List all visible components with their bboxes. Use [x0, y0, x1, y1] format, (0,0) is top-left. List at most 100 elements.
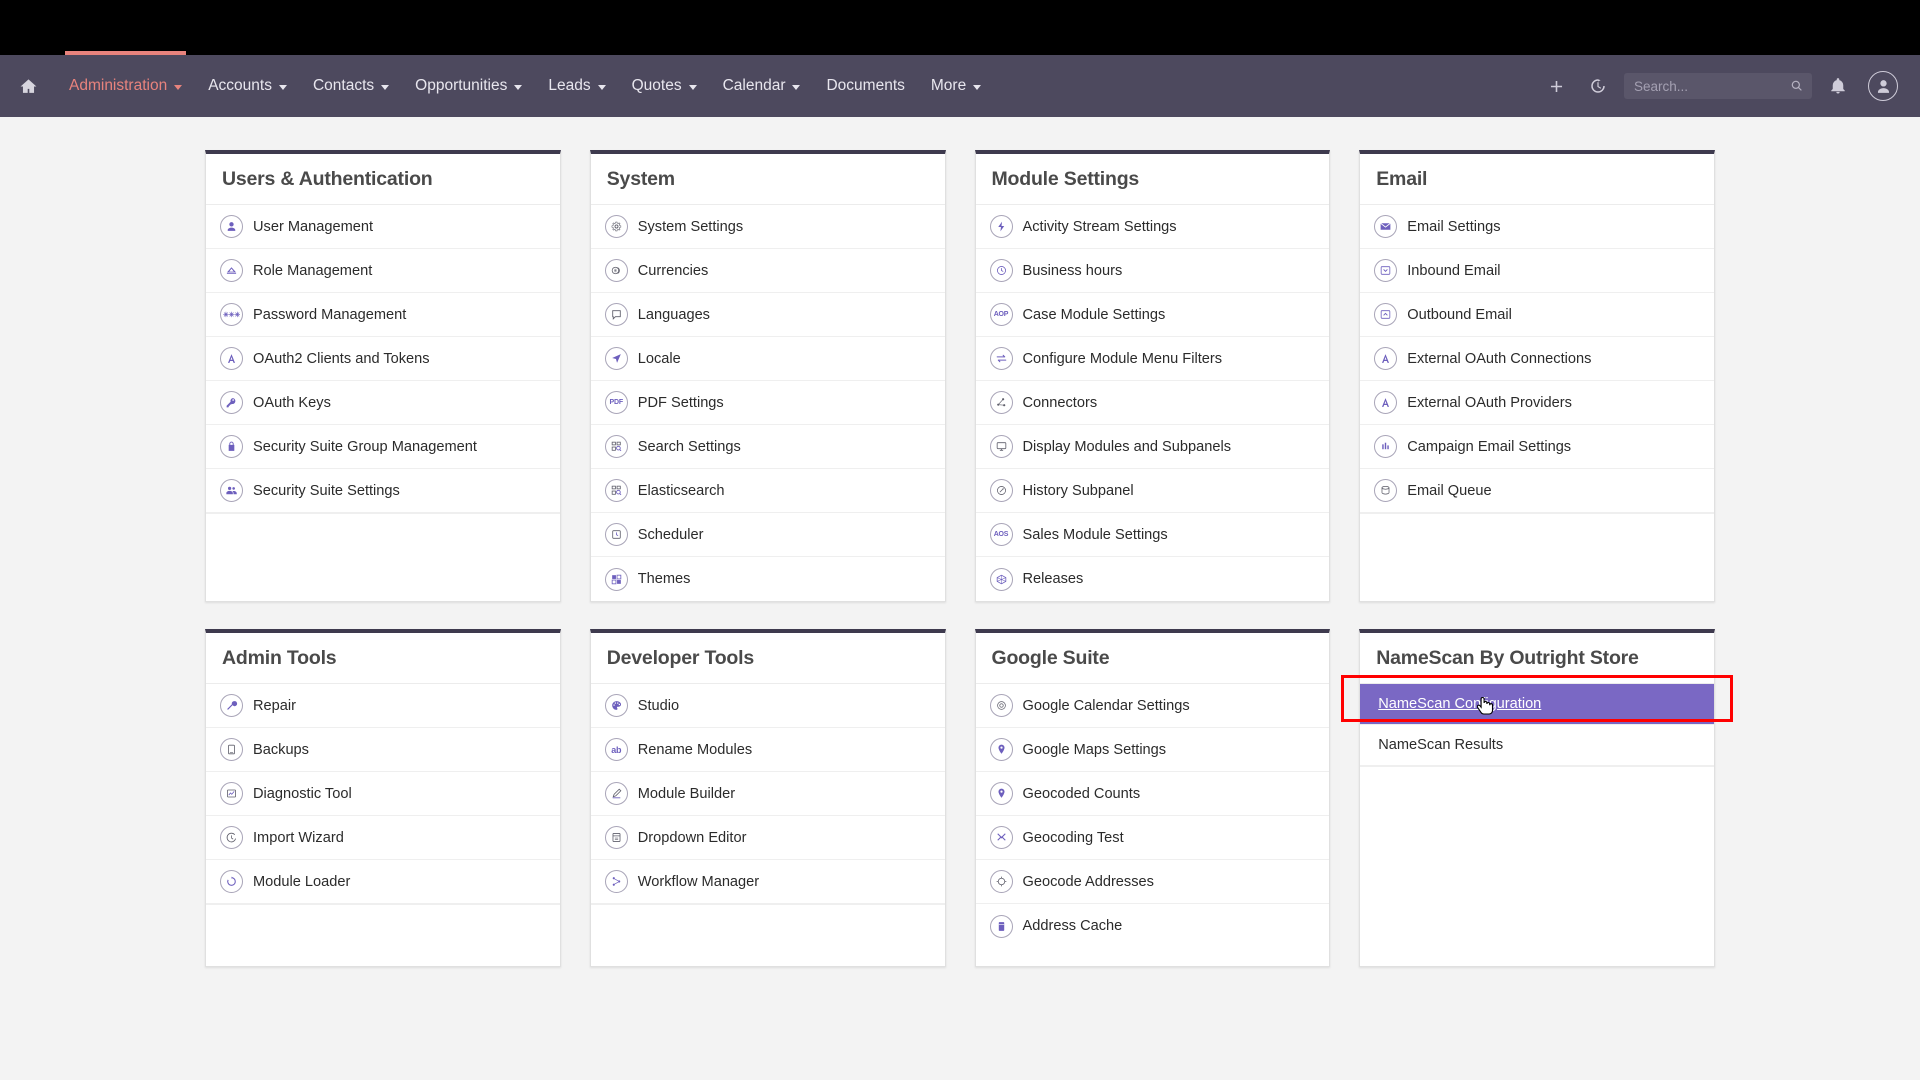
nav-item-calendar[interactable]: Calendar — [710, 55, 814, 117]
nav-item-documents[interactable]: Documents — [813, 55, 917, 117]
admin-label-pdf-settings: PDF Settings — [637, 394, 724, 411]
nav-item-contacts[interactable]: Contacts — [300, 55, 402, 117]
admin-link-display-modules-subpanels[interactable]: Display Modules and Subpanels — [975, 425, 1330, 469]
admin-label-campaign-email-settings: Campaign Email Settings — [1407, 438, 1572, 455]
admin-link-rename-modules[interactable]: ab Rename Modules — [590, 728, 945, 772]
business-clock-icon — [989, 259, 1013, 282]
admin-label-languages: Languages — [637, 306, 710, 323]
admin-link-repair[interactable]: Repair — [206, 684, 560, 728]
admin-link-campaign-email-settings[interactable]: Campaign Email Settings — [1360, 425, 1714, 469]
admin-link-history-subpanel[interactable]: History Subpanel — [975, 469, 1330, 513]
admin-label-external-oauth-providers: External OAuth Providers — [1407, 394, 1572, 411]
admin-link-search-settings[interactable]: Search Settings — [590, 425, 945, 469]
admin-link-google-maps-settings[interactable]: Google Maps Settings — [975, 728, 1330, 772]
module-loader-icon — [220, 870, 243, 893]
nav-item-accounts[interactable]: Accounts — [195, 55, 300, 117]
admin-link-import-wizard[interactable]: Import Wizard — [206, 816, 560, 860]
nav-item-quotes[interactable]: Quotes — [619, 55, 710, 117]
panel-title-users-authentication: Users & Authentication — [206, 154, 560, 205]
admin-link-sales-module-settings[interactable]: AOS Sales Module Settings — [975, 513, 1330, 557]
backup-drive-icon — [220, 738, 243, 761]
global-search-box[interactable] — [1624, 73, 1812, 99]
admin-link-themes[interactable]: Themes — [591, 557, 945, 601]
admin-label-module-builder: Module Builder — [637, 785, 736, 802]
admin-link-locale[interactable]: Locale — [590, 337, 945, 381]
admin-link-namescan-results[interactable]: NameScan Results — [1360, 725, 1714, 766]
admin-link-oauth-keys[interactable]: OAuth Keys — [206, 381, 560, 425]
bell-icon[interactable] — [1822, 70, 1854, 102]
admin-link-scheduler[interactable]: Scheduler — [590, 513, 945, 557]
admin-link-external-oauth-connections[interactable]: External OAuth Connections — [1360, 337, 1714, 381]
admin-link-case-module-settings[interactable]: AOP Case Module Settings — [975, 293, 1330, 337]
admin-link-pdf-settings[interactable]: PDF PDF Settings — [590, 381, 945, 425]
history-clock-icon[interactable] — [1582, 70, 1614, 102]
admin-link-password-management[interactable]: ✳✳✳ Password Management — [206, 293, 560, 337]
search-input[interactable] — [1624, 73, 1812, 99]
admin-link-releases[interactable]: Releases — [976, 557, 1330, 601]
admin-link-geocode-addresses[interactable]: Geocode Addresses — [975, 860, 1330, 904]
panel-title-admin-tools: Admin Tools — [206, 633, 560, 684]
admin-label-backups: Backups — [253, 741, 309, 758]
admin-link-security-suite-settings[interactable]: Security Suite Settings — [206, 469, 560, 513]
admin-link-activity-stream-settings[interactable]: Activity Stream Settings — [975, 205, 1330, 249]
admin-link-studio[interactable]: Studio — [590, 684, 945, 728]
admin-link-currencies[interactable]: Currencies — [590, 249, 945, 293]
user-avatar-icon[interactable] — [1868, 71, 1898, 101]
nav-menu-items: Administration Accounts Contacts Opportu… — [56, 51, 994, 117]
admin-link-user-management[interactable]: User Management — [206, 205, 560, 249]
panel-body-module-settings: Activity Stream Settings Business hours … — [975, 205, 1330, 601]
admin-content-area: Users & Authentication User Management R… — [0, 117, 1920, 1080]
admin-link-geocoding-test[interactable]: Geocoding Test — [975, 816, 1330, 860]
nav-item-leads[interactable]: Leads — [535, 55, 618, 117]
admin-link-address-cache[interactable]: Address Cache — [976, 904, 1330, 948]
admin-link-google-calendar-settings[interactable]: Google Calendar Settings — [975, 684, 1330, 728]
namescan-configuration-link[interactable]: NameScan Configuration — [1378, 696, 1541, 712]
admin-link-security-suite-group-management[interactable]: Security Suite Group Management — [206, 425, 560, 469]
chevron-down-icon — [278, 85, 287, 90]
admin-link-business-hours[interactable]: Business hours — [975, 249, 1330, 293]
admin-link-elasticsearch[interactable]: Elasticsearch — [590, 469, 945, 513]
password-asterisk-icon: ✳✳✳ — [220, 303, 243, 326]
monitor-icon — [989, 435, 1013, 458]
home-icon[interactable] — [0, 55, 56, 117]
admin-link-module-loader[interactable]: Module Loader — [206, 860, 560, 904]
admin-link-configure-module-menu-filters[interactable]: Configure Module Menu Filters — [975, 337, 1330, 381]
nav-label-contacts: Contacts — [312, 77, 375, 94]
admin-label-history-subpanel: History Subpanel — [1022, 482, 1134, 499]
admin-link-email-settings[interactable]: Email Settings — [1360, 205, 1714, 249]
admin-link-external-oauth-providers[interactable]: External OAuth Providers — [1360, 381, 1714, 425]
chevron-down-icon — [514, 85, 523, 90]
nav-item-administration[interactable]: Administration — [56, 51, 195, 117]
panel-body-google-suite: Google Calendar Settings Google Maps Set… — [975, 684, 1330, 948]
search-icon[interactable] — [1790, 79, 1804, 93]
plus-icon[interactable] — [1540, 70, 1572, 102]
admin-link-dropdown-editor[interactable]: Dropdown Editor — [590, 816, 945, 860]
admin-link-module-builder[interactable]: Module Builder — [590, 772, 945, 816]
admin-link-languages[interactable]: Languages — [590, 293, 945, 337]
lightning-bolt-icon — [989, 215, 1013, 238]
admin-label-security-suite-group-management: Security Suite Group Management — [253, 438, 477, 455]
admin-link-namescan-configuration[interactable]: NameScan Configuration — [1360, 684, 1714, 725]
wrench-icon — [220, 694, 243, 717]
admin-label-repair: Repair — [253, 697, 296, 714]
panel-title-system: System — [590, 154, 945, 205]
admin-link-workflow-manager[interactable]: Workflow Manager — [590, 860, 945, 904]
admin-label-search-settings: Search Settings — [637, 438, 741, 455]
admin-label-oauth2-clients-tokens: OAuth2 Clients and Tokens — [253, 350, 430, 367]
nav-label-opportunities: Opportunities — [415, 77, 508, 94]
nav-item-opportunities[interactable]: Opportunities — [402, 55, 535, 117]
admin-link-outbound-email[interactable]: Outbound Email — [1360, 293, 1714, 337]
admin-link-geocoded-counts[interactable]: Geocoded Counts — [975, 772, 1330, 816]
admin-link-role-management[interactable]: Role Management — [206, 249, 560, 293]
admin-link-backups[interactable]: Backups — [206, 728, 560, 772]
admin-link-inbound-email[interactable]: Inbound Email — [1360, 249, 1714, 293]
admin-link-email-queue[interactable]: Email Queue — [1360, 469, 1714, 513]
admin-label-geocoding-test: Geocoding Test — [1022, 829, 1124, 846]
user-icon — [220, 215, 243, 238]
admin-link-oauth2-clients-tokens[interactable]: OAuth2 Clients and Tokens — [206, 337, 560, 381]
admin-link-diagnostic-tool[interactable]: Diagnostic Tool — [206, 772, 560, 816]
nav-item-more[interactable]: More — [918, 55, 994, 117]
admin-link-connectors[interactable]: Connectors — [975, 381, 1330, 425]
admin-link-system-settings[interactable]: System Settings — [590, 205, 945, 249]
map-pin-icon — [989, 782, 1013, 805]
